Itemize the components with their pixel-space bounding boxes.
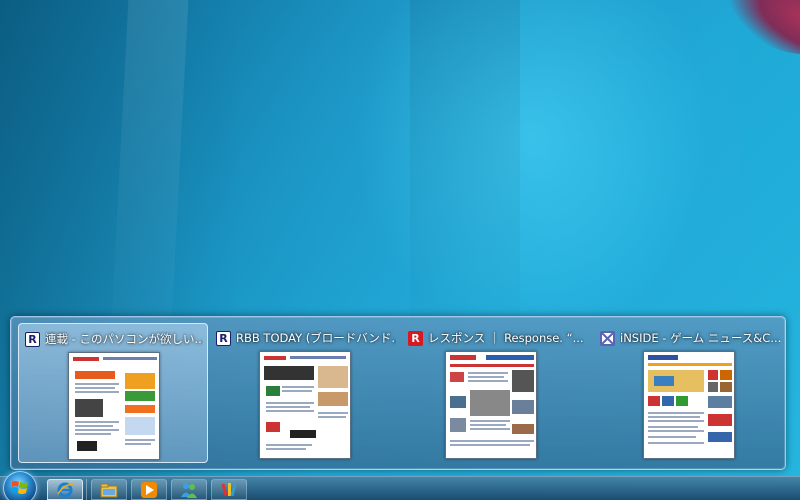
thumbnail-window-2[interactable]: R RBB TODAY (ブロードバンド... [210,323,400,463]
taskbar-button-messenger[interactable] [171,479,207,500]
thumbnail-title: レスポンス ｜ Response. “... [428,331,584,345]
start-button[interactable] [3,471,37,500]
thumbnail-header: iNSIDE - ゲーム ニュース&C... [600,330,780,346]
taskbar-button-media-player[interactable] [131,479,167,500]
media-player-icon [141,481,157,498]
thumbnail-title: 連載 - このパソコンが欲しい... [45,332,203,346]
inside-icon [600,330,615,346]
page-preview [68,352,160,460]
thumbnail-title: iNSIDE - ゲーム ニュース&C... [620,331,780,345]
windows-live-messenger-icon [181,482,197,498]
thumbnail-header: R RBB TODAY (ブロードバンド... [216,330,396,346]
page-preview [445,351,537,459]
page-preview [643,351,735,459]
taskbar-thumbnail-flyout: R 連載 - このパソコンが欲しい... R RBB TODAY (ブロードバン… [10,316,786,470]
thumbnail-title: RBB TODAY (ブロードバンド... [236,331,396,345]
windows-explorer-icon [100,483,118,497]
thumbnail-header: R レスポンス ｜ Response. “... [408,330,588,346]
thumbnail-window-1[interactable]: R 連載 - このパソコンが欲しい... [18,323,208,463]
thumbnail-header: R 連載 - このパソコンが欲しい... [25,331,203,347]
windows-start-orb-icon [11,481,28,494]
taskbar-separator [86,479,87,500]
response-r-icon: R [408,330,423,346]
thumbnail-window-4[interactable]: iNSIDE - ゲーム ニュース&C... [594,323,784,463]
page-preview [259,351,351,459]
internet-explorer-icon [57,482,74,497]
thumbnail-window-3[interactable]: R レスポンス ｜ Response. “... [402,323,592,463]
taskbar-button-internet-explorer[interactable] [47,479,83,500]
taskbar-button-windows-explorer[interactable] [91,479,127,500]
rbb-r-icon: R [25,331,40,347]
rbb-r-icon: R [216,330,231,346]
taskbar-button-paint[interactable] [211,479,247,500]
paint-icon [221,482,237,496]
